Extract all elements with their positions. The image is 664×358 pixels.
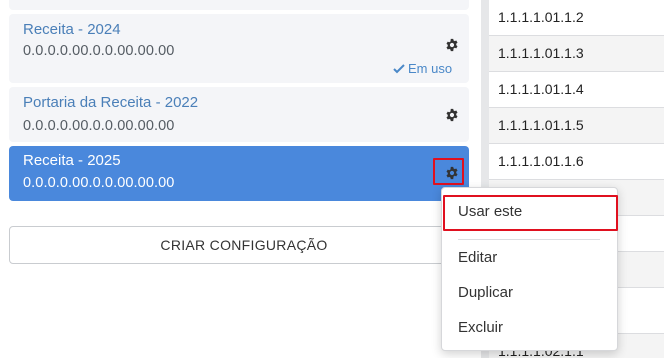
gear-icon[interactable] bbox=[445, 108, 459, 122]
table-row[interactable]: 1.1.1.1.01.1.4 bbox=[489, 71, 664, 107]
menu-item-edit[interactable]: Editar bbox=[458, 249, 497, 266]
config-card-partial[interactable] bbox=[9, 0, 469, 10]
config-code: 0.0.0.0.00.0.0.00.00.00 bbox=[23, 43, 175, 59]
config-card-receita-2025[interactable]: Receita - 2025 0.0.0.0.00.0.0.00.00.00 bbox=[9, 146, 469, 201]
config-title: Receita - 2025 bbox=[23, 152, 121, 169]
gear-highlight-box bbox=[433, 158, 464, 185]
config-title: Receita - 2024 bbox=[23, 21, 121, 38]
table-row[interactable]: 1.1.1.1.01.1.2 bbox=[489, 0, 664, 35]
config-card-receita-2024[interactable]: Receita - 2024 0.0.0.0.00.0.0.00.00.00 E… bbox=[9, 14, 469, 83]
config-code: 0.0.0.0.00.0.0.00.00.00 bbox=[23, 118, 175, 134]
table-row[interactable]: 1.1.1.1.01.1.3 bbox=[489, 35, 664, 71]
menu-item-duplicate[interactable]: Duplicar bbox=[458, 284, 513, 301]
gear-icon[interactable] bbox=[445, 38, 459, 52]
create-config-button[interactable]: CRIAR CONFIGURAÇÃO bbox=[9, 226, 479, 264]
config-title: Portaria da Receita - 2022 bbox=[23, 94, 199, 111]
config-context-menu: Usar este Editar Duplicar Excluir bbox=[441, 187, 618, 351]
use-highlight-box bbox=[443, 195, 618, 231]
config-code: 0.0.0.0.00.0.0.00.00.00 bbox=[23, 175, 175, 191]
config-panel: Receita - 2024 0.0.0.0.00.0.0.00.00.00 E… bbox=[0, 0, 481, 358]
in-use-status: Em uso bbox=[393, 61, 452, 76]
check-icon bbox=[393, 63, 405, 73]
menu-item-delete[interactable]: Excluir bbox=[458, 319, 503, 336]
table-row[interactable]: 1.1.1.1.01.1.6 bbox=[489, 143, 664, 179]
menu-divider bbox=[458, 239, 600, 240]
config-card-portaria-2022[interactable]: Portaria da Receita - 2022 0.0.0.0.00.0.… bbox=[9, 87, 469, 142]
table-row[interactable]: 1.1.1.1.01.1.5 bbox=[489, 107, 664, 143]
app-root: Receita - 2024 0.0.0.0.00.0.0.00.00.00 E… bbox=[0, 0, 664, 358]
in-use-label: Em uso bbox=[408, 61, 453, 76]
